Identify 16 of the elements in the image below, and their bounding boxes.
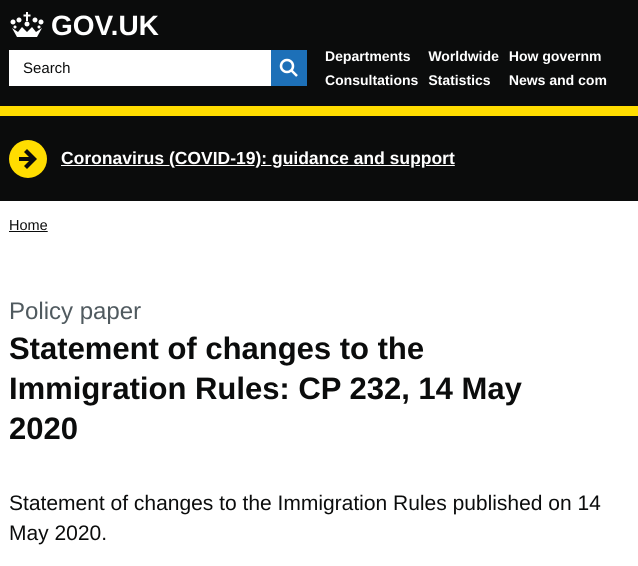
nav-link[interactable]: Worldwide [428, 46, 499, 66]
nav-link[interactable]: How governm [508, 46, 607, 66]
breadcrumb-link[interactable]: Home [9, 218, 48, 234]
nav-link[interactable]: Departments [325, 46, 418, 66]
search-field[interactable]: Search [9, 50, 271, 86]
page-title: Statement of changes to the Immigration Rules: CP 232, 14 May 2020 [9, 330, 523, 448]
banner-link[interactable]: Coronavirus (COVID-19): guidance and support [61, 148, 455, 169]
site-logo[interactable]: GOV.UK [51, 10, 159, 42]
summary-text: Statement of changes to the Immigration Rules published on 14 May 2020. [9, 491, 602, 547]
nav-link[interactable]: Consultations [325, 70, 418, 90]
search-button[interactable] [271, 50, 307, 86]
nav-link[interactable]: Statistics [428, 70, 499, 90]
crown-icon [9, 12, 45, 40]
nav-link[interactable]: News and com [508, 70, 607, 90]
search-icon [279, 58, 299, 78]
page-caption: Policy paper [9, 297, 142, 327]
